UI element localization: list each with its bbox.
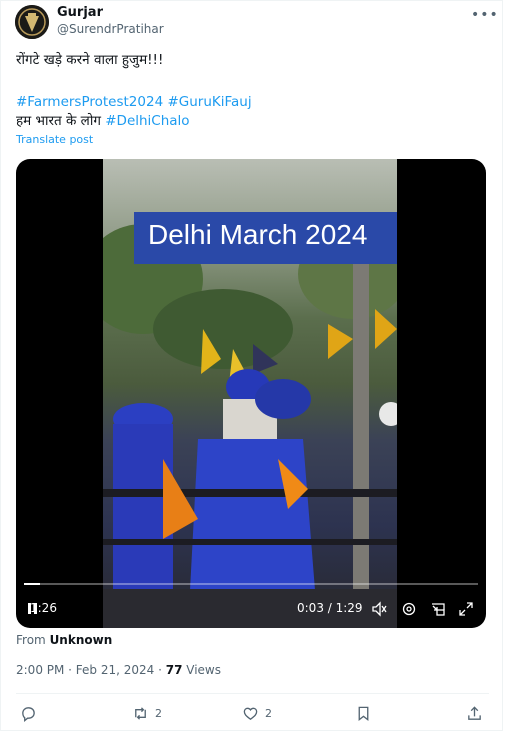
volume-icon[interactable]	[371, 601, 389, 617]
post-text: हम भारत के लोग	[16, 113, 101, 129]
post-card: Gurjar @SurendrPratihar ••• रोंगटे खड़े …	[0, 0, 503, 731]
video-banner-text: Delhi March 2024	[148, 219, 368, 250]
share-button[interactable]	[466, 704, 483, 722]
more-options-icon[interactable]: •••	[471, 7, 499, 23]
hashtag-line: #FarmersProtest2024 #GuruKiFauj	[16, 93, 252, 111]
repost-icon	[135, 706, 146, 720]
hashtag-link[interactable]: #FarmersProtest2024	[16, 94, 163, 110]
heart-icon	[243, 707, 258, 720]
source-value: Unknown	[49, 633, 113, 647]
post-text-line: हम भारत के लोग #DelhiChalo	[16, 112, 190, 130]
author-handle[interactable]: @SurendrPratihar	[57, 22, 164, 36]
bookmark-icon	[358, 706, 369, 721]
view-count: 77	[165, 663, 183, 677]
bookmark-button[interactable]	[355, 704, 372, 722]
elapsed-overlay: 1:26	[30, 601, 57, 615]
avatar-emblem-icon	[15, 5, 49, 39]
post-timestamp[interactable]: 2:00 PM · Feb 21, 2024 ·	[16, 663, 166, 677]
share-icon	[468, 705, 481, 720]
video-player[interactable]: Delhi March 2024 1:26 0:03 / 1:29	[16, 159, 486, 628]
reply-button[interactable]	[20, 704, 37, 722]
like-count: 2	[265, 706, 272, 720]
views-label: Views	[182, 663, 221, 677]
post-text-line: रोंगटे खड़े करने वाला हुजुम!!!	[16, 52, 164, 68]
hashtag-link[interactable]: #GuruKiFauj	[167, 94, 251, 110]
author-name[interactable]: Gurjar	[57, 5, 103, 20]
hashtag-link[interactable]: #DelhiChalo	[105, 113, 189, 129]
avatar[interactable]	[15, 5, 49, 39]
source-info: From Unknown	[16, 633, 112, 647]
repost-button[interactable]: 2	[132, 704, 162, 722]
fullscreen-icon[interactable]	[458, 601, 476, 617]
source-label: From	[16, 633, 46, 647]
pip-icon[interactable]	[430, 601, 448, 617]
repost-count: 2	[155, 706, 162, 720]
video-time: 0:03 / 1:29	[297, 601, 363, 615]
like-button[interactable]: 2	[242, 704, 272, 722]
reply-icon	[22, 706, 35, 722]
settings-icon[interactable]	[401, 601, 419, 617]
video-progress-bar[interactable]	[24, 583, 478, 585]
divider	[16, 693, 489, 694]
video-progress-fill	[24, 583, 40, 585]
post-meta: 2:00 PM · Feb 21, 2024 · 77 Views	[16, 663, 221, 677]
video-frame[interactable]: Delhi March 2024	[103, 159, 397, 628]
translate-post-link[interactable]: Translate post	[16, 133, 93, 146]
